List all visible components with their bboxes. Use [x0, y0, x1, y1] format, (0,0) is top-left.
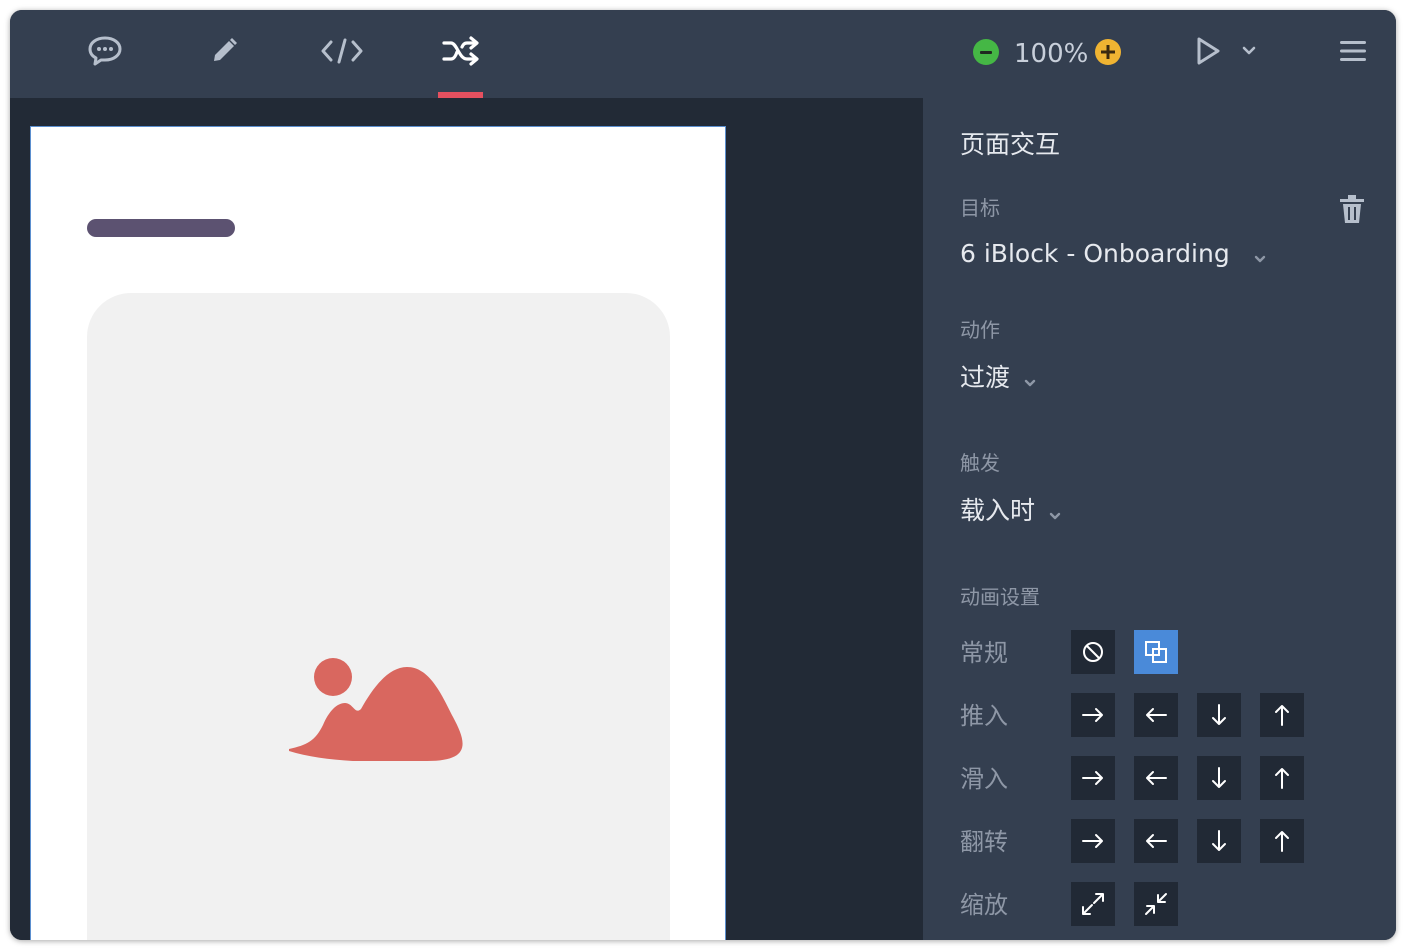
pencil-icon[interactable] [201, 31, 247, 71]
expand-icon[interactable] [1071, 882, 1115, 926]
none-icon[interactable] [1071, 630, 1115, 674]
flip-arrow-down-icon[interactable] [1197, 819, 1241, 863]
design-canvas[interactable] [10, 98, 923, 940]
chevron-down-icon [1024, 363, 1036, 395]
row-label-zoom: 缩放 [960, 891, 1008, 919]
play-options-chevron-down-icon[interactable] [1232, 31, 1266, 71]
slide-arrow-left-icon[interactable] [1134, 756, 1178, 800]
row-label-normal: 常规 [960, 639, 1008, 667]
push-arrow-up-icon[interactable] [1260, 693, 1304, 737]
row-label-push: 推入 [960, 702, 1008, 730]
slide-arrow-up-icon[interactable] [1260, 756, 1304, 800]
zoom-out-button[interactable] [973, 39, 999, 65]
artboard[interactable] [30, 126, 726, 940]
trigger-label: 触发 [960, 451, 1000, 475]
action-value: 过渡 [960, 363, 1011, 392]
overlay-icon[interactable] [1134, 630, 1178, 674]
chevron-down-icon [1244, 239, 1266, 271]
comment-icon[interactable] [82, 31, 128, 71]
top-toolbar: 100% [10, 10, 1396, 98]
push-arrow-right-icon[interactable] [1071, 693, 1115, 737]
slide-arrow-right-icon[interactable] [1071, 756, 1115, 800]
action-select[interactable]: 过渡 [960, 362, 1036, 395]
play-icon[interactable] [1188, 31, 1228, 71]
app-window: 100% 页面交互 目标 6 iBlock - Onboarding 动作 过渡… [10, 10, 1396, 940]
trigger-select[interactable]: 载入时 [960, 495, 1061, 528]
trigger-value: 载入时 [960, 496, 1036, 525]
collapse-icon[interactable] [1134, 882, 1178, 926]
push-arrow-down-icon[interactable] [1197, 693, 1241, 737]
target-label: 目标 [960, 196, 1000, 220]
slide-arrow-down-icon[interactable] [1197, 756, 1241, 800]
flip-arrow-left-icon[interactable] [1134, 819, 1178, 863]
title-placeholder [87, 219, 235, 237]
menu-icon[interactable] [1330, 31, 1376, 71]
image-icon [289, 658, 463, 761]
row-label-slide: 滑入 [960, 765, 1008, 793]
target-select[interactable]: 6 iBlock - Onboarding [960, 238, 1266, 271]
zoom-level: 100% [1014, 39, 1089, 69]
animation-settings-label: 动画设置 [960, 585, 1040, 609]
zoom-in-button[interactable] [1095, 39, 1121, 65]
image-placeholder [87, 293, 670, 940]
panel-title: 页面交互 [960, 130, 1061, 159]
shuffle-icon[interactable] [438, 31, 484, 71]
interaction-panel: 页面交互 目标 6 iBlock - Onboarding 动作 过渡 触发 载… [923, 98, 1396, 940]
flip-arrow-up-icon[interactable] [1260, 819, 1304, 863]
target-value: 6 iBlock - Onboarding [960, 239, 1230, 268]
flip-arrow-right-icon[interactable] [1071, 819, 1115, 863]
action-label: 动作 [960, 318, 1000, 342]
chevron-down-icon [1049, 496, 1061, 528]
trash-icon[interactable] [1337, 193, 1367, 225]
row-label-flip: 翻转 [960, 828, 1008, 856]
plus-icon [1101, 45, 1115, 59]
code-icon[interactable] [319, 31, 365, 71]
minus-icon [980, 50, 992, 54]
push-arrow-left-icon[interactable] [1134, 693, 1178, 737]
